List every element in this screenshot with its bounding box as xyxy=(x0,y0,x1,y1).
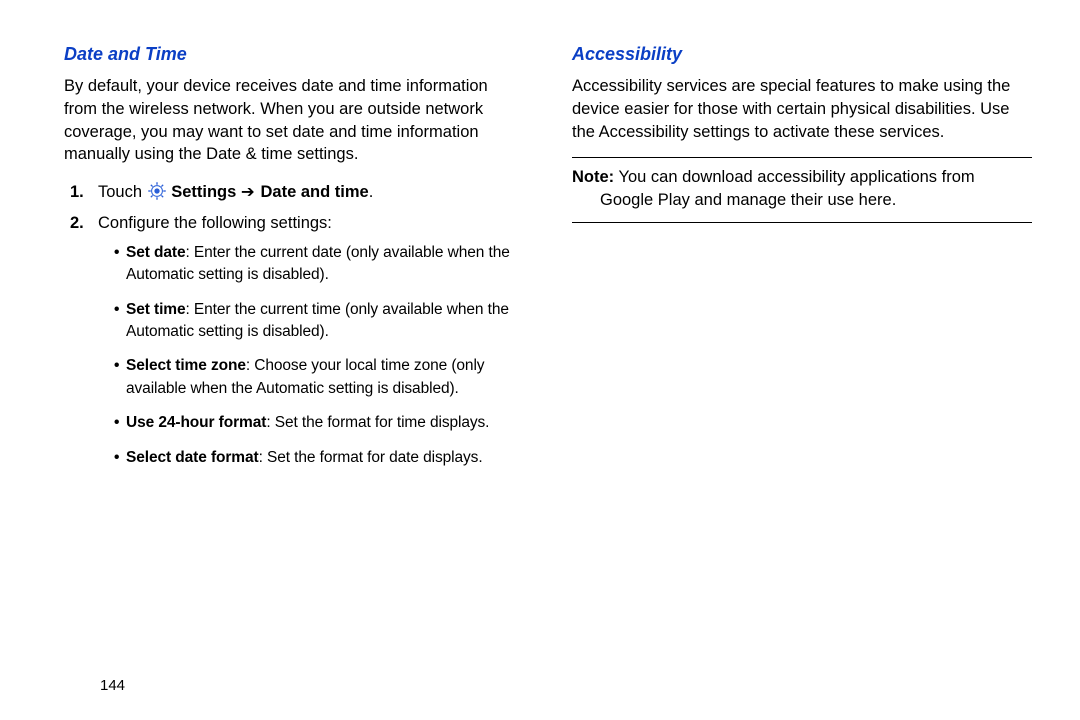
date-time-heading: Date and Time xyxy=(64,44,524,65)
bullet-rest: : Set the format for date displays. xyxy=(259,449,483,466)
bullet-set-date: Set date: Enter the current date (only a… xyxy=(114,242,524,287)
bullet-label: Select time zone xyxy=(126,357,246,374)
bullet-label: Set date xyxy=(126,244,186,261)
bullet-use-24h: Use 24-hour format: Set the format for t… xyxy=(114,412,524,434)
bullet-set-time: Set time: Enter the current time (only a… xyxy=(114,299,524,344)
accessibility-heading: Accessibility xyxy=(572,44,1032,65)
step-2: 2. Configure the following settings: Set… xyxy=(88,211,524,470)
step-1-target: Date and time xyxy=(260,183,368,201)
date-time-steps: 1. Touch xyxy=(64,180,524,469)
bullet-label: Select date format xyxy=(126,449,259,466)
note-line-1: You can download accessibility applicati… xyxy=(614,168,974,186)
step-1: 1. Touch xyxy=(88,180,524,205)
note-line-2: Google Play and manage their use here. xyxy=(572,189,1032,212)
manual-page: Date and Time By default, your device re… xyxy=(0,0,1080,481)
step-1-settings: Settings xyxy=(171,183,236,201)
settings-gear-icon xyxy=(147,181,167,201)
bullet-select-date-format: Select date format: Set the format for d… xyxy=(114,447,524,469)
right-column: Accessibility Accessibility services are… xyxy=(572,44,1032,481)
step-1-touch: Touch xyxy=(98,183,147,201)
note-box: Note: You can download accessibility app… xyxy=(572,157,1032,223)
note-label: Note: xyxy=(572,168,614,186)
step-number: 1. xyxy=(70,180,84,205)
step-number: 2. xyxy=(70,211,84,236)
step-1-period: . xyxy=(369,183,374,201)
accessibility-intro: Accessibility services are special featu… xyxy=(572,75,1032,143)
page-number: 144 xyxy=(100,677,125,694)
step-2-text: Configure the following settings: xyxy=(98,214,332,232)
left-column: Date and Time By default, your device re… xyxy=(64,44,524,481)
bullet-label: Set time xyxy=(126,301,186,318)
bullet-rest: : Set the format for time displays. xyxy=(266,414,489,431)
date-time-intro: By default, your device receives date an… xyxy=(64,75,524,166)
arrow-icon: ➔ xyxy=(241,182,261,201)
step-1-text: Touch xyxy=(98,183,373,201)
settings-bullets: Set date: Enter the current date (only a… xyxy=(98,242,524,470)
bullet-label: Use 24-hour format xyxy=(126,414,266,431)
bullet-select-time-zone: Select time zone: Choose your local time… xyxy=(114,355,524,400)
